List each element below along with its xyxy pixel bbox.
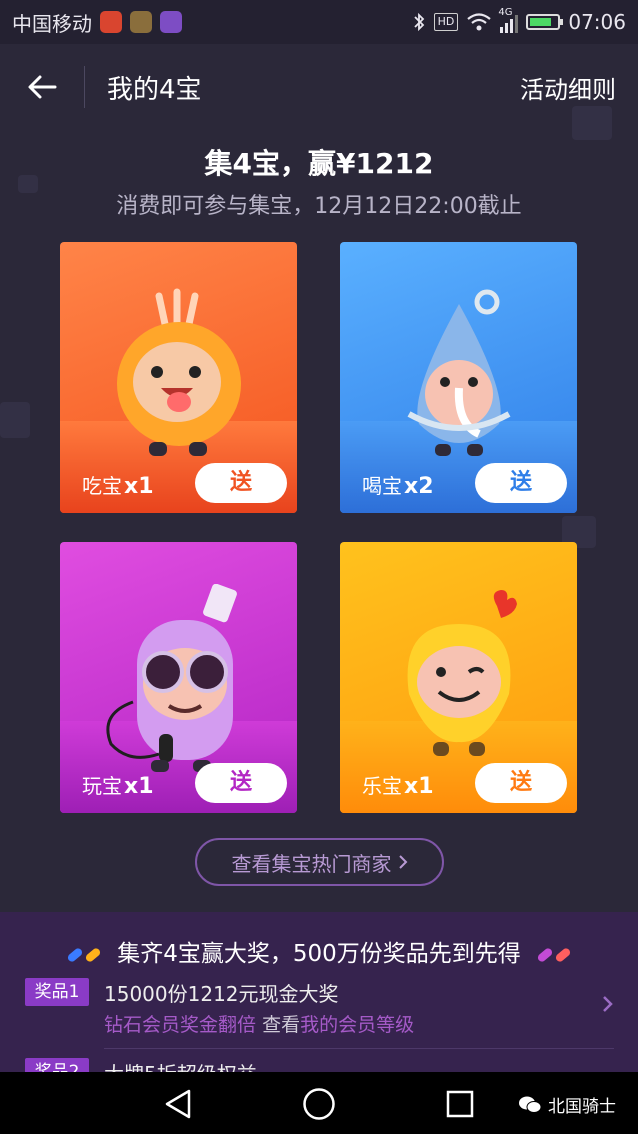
prize-panel-title-text: 集齐4宝赢大奖，500万份奖品先到先得 — [117, 941, 521, 967]
member-level-link[interactable]: 我的会员等级 — [300, 1014, 414, 1036]
view-merchants-button[interactable]: 查看集宝热门商家 — [195, 838, 444, 886]
circle-home-icon — [303, 1088, 335, 1120]
nav-recents-button[interactable] — [440, 1084, 480, 1124]
card-count: x2 — [404, 474, 434, 499]
back-button[interactable] — [0, 44, 84, 130]
prize-description: 大牌5折超级权益 — [104, 1058, 257, 1072]
wechat-icon — [519, 1096, 542, 1113]
system-nav-bar: 北国骑士 — [0, 1072, 638, 1134]
watermark: 北国骑士 — [518, 1092, 616, 1117]
card-name: 吃宝 — [82, 474, 122, 498]
square-recents-icon — [446, 1090, 474, 1118]
hero-subtitle: 消费即可参与集宝，12月12日22:00截止 — [116, 194, 522, 219]
prize-plain-text: 查看 — [262, 1014, 301, 1036]
treasure-card-fun[interactable]: 乐宝x1 送 — [340, 542, 577, 813]
chevron-right-icon — [602, 994, 614, 1019]
card-label: 吃宝x1 — [82, 470, 154, 499]
treasure-card-play[interactable]: 玩宝x1 送 — [60, 542, 297, 813]
send-button[interactable]: 送 — [475, 763, 567, 803]
treasure-card-eat[interactable]: 吃宝x1 送 — [60, 242, 297, 513]
nav-back-button[interactable] — [158, 1084, 198, 1124]
network-type: 4G — [498, 7, 513, 18]
prize-panel-title: 集齐4宝赢大奖，500万份奖品先到先得 — [0, 934, 638, 968]
prize-item[interactable]: 奖品2 大牌5折超级权益 — [0, 1058, 638, 1072]
play-mascot-icon — [105, 584, 237, 772]
prize-badge: 奖品1 — [25, 978, 89, 1006]
battery-icon — [526, 14, 564, 30]
notification-app-icon — [130, 11, 152, 33]
bluetooth-icon — [413, 12, 424, 32]
prize-panel: 集齐4宝赢大奖，500万份奖品先到先得 奖品1 15000份1212元现金大奖 … — [0, 912, 638, 1072]
treasure-card-drink[interactable]: 喝宝x2 送 — [340, 242, 577, 513]
prize-highlight: 钻石会员奖金翻倍 — [104, 1014, 257, 1036]
signal-icon: 4G — [498, 7, 519, 33]
status-bar: 中国移动 HD 4G 07:06 — [0, 0, 638, 44]
card-label: 喝宝x2 — [362, 470, 434, 499]
view-merchants-label: 查看集宝热门商家 — [231, 851, 392, 876]
fun-mascot-icon — [407, 590, 517, 756]
chevron-right-icon — [398, 855, 407, 869]
card-name: 玩宝 — [82, 774, 122, 798]
nav-home-button[interactable] — [299, 1084, 339, 1124]
card-count: x1 — [124, 774, 154, 799]
arrow-left-icon — [28, 75, 57, 99]
page-header: 我的4宝 活动细则 — [0, 44, 638, 130]
page-title: 我的4宝 — [107, 74, 202, 105]
drink-mascot-icon — [407, 289, 510, 456]
wifi-icon — [467, 13, 492, 31]
rules-link[interactable]: 活动细则 — [520, 70, 616, 105]
prize-badge: 奖品2 — [25, 1058, 89, 1072]
header-divider — [84, 66, 85, 108]
card-name: 乐宝 — [362, 774, 402, 798]
card-label: 玩宝x1 — [82, 770, 154, 799]
send-button[interactable]: 送 — [475, 463, 567, 503]
notification-app-icon — [160, 11, 182, 33]
card-count: x1 — [404, 774, 434, 799]
send-button[interactable]: 送 — [195, 463, 287, 503]
background-cube — [0, 402, 30, 438]
hero-title: 集4宝，赢¥1212 — [204, 147, 434, 180]
prize-item[interactable]: 奖品1 15000份1212元现金大奖 钻石会员奖金翻倍 查看我的会员等级 — [0, 974, 638, 1046]
background-cube — [572, 106, 612, 140]
card-label: 乐宝x1 — [362, 770, 434, 799]
decoration-pills-icon — [66, 941, 102, 967]
card-count: x1 — [124, 474, 154, 499]
decoration-pills-icon — [536, 941, 572, 967]
watermark-text: 北国骑士 — [548, 1097, 616, 1117]
send-button[interactable]: 送 — [195, 763, 287, 803]
clock: 07:06 — [568, 10, 626, 34]
card-name: 喝宝 — [362, 474, 402, 498]
eat-mascot-icon — [116, 288, 241, 456]
prize-divider — [104, 1048, 614, 1049]
notification-app-icon — [100, 11, 122, 33]
carrier-label: 中国移动 — [12, 11, 92, 36]
triangle-back-icon — [165, 1089, 191, 1119]
prize-subdescription: 钻石会员奖金翻倍 查看我的会员等级 — [104, 1010, 414, 1037]
prize-description: 15000份1212元现金大奖 — [104, 982, 339, 1006]
hd-badge: HD — [433, 13, 459, 31]
